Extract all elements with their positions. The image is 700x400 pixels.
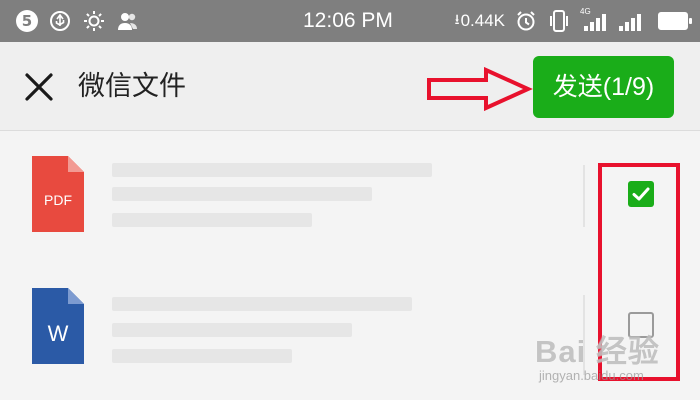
net-speed: ⭳ 0.44K [455,9,505,33]
vibrate-icon [547,9,571,33]
file-type-label: W [47,321,69,346]
notification-count-badge: 5 [16,10,38,32]
watermark-logo: Bai 经验 [535,334,660,369]
pdf-file-icon: PDF [32,156,84,232]
list-item[interactable]: PDF [0,131,700,263]
file-type-label: PDF [44,192,72,208]
watermark-url: jingyan.baidu.com [539,368,644,383]
contacts-icon [116,9,140,33]
status-bar-right: ⭳ 0.44K 4G [455,7,692,34]
annotation-arrow-icon [427,67,533,111]
close-button[interactable] [18,66,60,108]
net-speed-value: 0.44K [460,11,505,30]
signal-icon-2 [617,9,645,33]
status-time: 12:06 PM [303,9,393,32]
row-divider [583,165,585,227]
battery-icon [658,12,692,30]
download-arrow-icon: ⭳ [454,11,460,27]
alarm-icon [514,9,538,33]
usb-icon [48,9,72,33]
file-info-redacted [112,155,442,235]
page-title: 微信文件 [78,71,186,102]
checkmark-icon [632,187,650,201]
signal-icon: 4G [580,7,608,33]
status-bar-left: 5 [16,8,140,34]
send-button[interactable]: 发送(1/9) [533,56,674,118]
word-file-icon: W [32,288,84,364]
file-checkbox-checked[interactable] [628,181,654,207]
brightness-icon [82,9,106,33]
file-info-redacted [112,287,442,367]
app-bar: 微信文件 发送(1/9) [0,42,700,131]
status-bar: 5 12:06 PM ⭳ 0.44K 4G [0,0,700,42]
watermark: Bai 经验 jingyan.baidu.com [535,326,700,400]
close-icon [25,73,53,101]
